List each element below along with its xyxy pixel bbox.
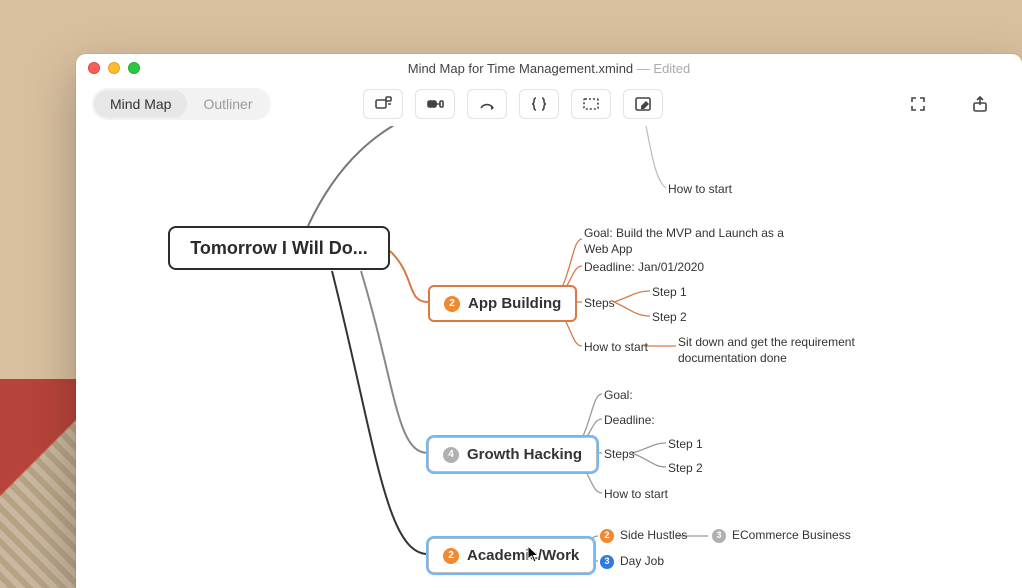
boundary-button[interactable]	[571, 89, 611, 119]
mindmap-canvas[interactable]: Tomorrow I Will Do... How to start 2 App…	[76, 126, 1022, 588]
app-step1-leaf[interactable]: Step 1	[652, 285, 687, 301]
window-traffic-lights	[88, 62, 140, 74]
insert-topic-button[interactable]	[363, 89, 403, 119]
app-deadline-leaf[interactable]: Deadline: Jan/01/2020	[584, 260, 704, 276]
side-hustles-leaf[interactable]: 2 Side Hustles	[600, 528, 687, 544]
file-name: Mind Map for Time Management.xmind	[408, 61, 633, 76]
growth-step1-leaf[interactable]: Step 1	[668, 437, 703, 453]
edited-indicator: — Edited	[633, 61, 690, 76]
priority-badge: 2	[444, 296, 460, 312]
insert-subtopic-button[interactable]	[415, 89, 455, 119]
view-mode-toggle: Mind Map Outliner	[92, 88, 271, 120]
root-label: Tomorrow I Will Do...	[190, 238, 368, 259]
window-titlebar: Mind Map for Time Management.xmind — Edi…	[76, 54, 1022, 82]
zen-mode-button[interactable]	[898, 89, 938, 119]
relationship-arc-icon	[478, 95, 496, 113]
note-pencil-icon	[634, 95, 652, 113]
topic-icon	[374, 95, 392, 113]
growth-howto-leaf[interactable]: How to start	[604, 487, 668, 503]
share-button[interactable]	[960, 89, 1000, 119]
priority-badge: 3	[712, 529, 726, 543]
summary-button[interactable]	[519, 89, 559, 119]
app-howto-detail-leaf[interactable]: Sit down and get the requirement documen…	[678, 335, 908, 366]
orphan-how-to-start-leaf[interactable]: How to start	[668, 182, 732, 198]
mindmap-view-button[interactable]: Mind Map	[94, 90, 187, 118]
academic-work-node[interactable]: 2 Academic/Work	[428, 538, 594, 573]
subtopic-icon	[426, 95, 444, 113]
brackets-icon	[530, 95, 548, 113]
priority-badge: 2	[443, 548, 459, 564]
app-window: Mind Map for Time Management.xmind — Edi…	[76, 54, 1022, 588]
growth-steps-leaf[interactable]: Steps	[604, 447, 635, 463]
app-step2-leaf[interactable]: Step 2	[652, 310, 687, 326]
priority-badge: 2	[600, 529, 614, 543]
outliner-view-button[interactable]: Outliner	[187, 90, 268, 118]
growth-step2-leaf[interactable]: Step 2	[668, 461, 703, 477]
node-label: Academic/Work	[467, 547, 579, 564]
day-job-leaf[interactable]: 3 Day Job	[600, 554, 664, 570]
node-label: App Building	[468, 295, 561, 312]
ecommerce-leaf[interactable]: 3 ECommerce Business	[712, 528, 851, 544]
app-steps-leaf[interactable]: Steps	[584, 296, 615, 312]
fullscreen-icon	[909, 95, 927, 113]
priority-badge: 4	[443, 447, 459, 463]
priority-badge: 3	[600, 555, 614, 569]
boundary-dashed-icon	[582, 95, 600, 113]
desktop-wallpaper-strip	[0, 379, 80, 588]
app-howto-leaf[interactable]: How to start	[584, 340, 648, 356]
toolbar-right	[898, 89, 1000, 119]
growth-goal-leaf[interactable]: Goal:	[604, 388, 633, 404]
close-icon[interactable]	[88, 62, 100, 74]
share-icon	[971, 95, 989, 113]
node-label: Growth Hacking	[467, 446, 582, 463]
app-goal-leaf[interactable]: Goal: Build the MVP and Launch as a Web …	[584, 226, 810, 257]
growth-deadline-leaf[interactable]: Deadline:	[604, 413, 655, 429]
toolbar-actions	[363, 89, 663, 119]
toolbar: Mind Map Outliner	[76, 82, 1022, 126]
maximize-icon[interactable]	[128, 62, 140, 74]
app-building-node[interactable]: 2 App Building	[428, 285, 577, 322]
growth-hacking-node[interactable]: 4 Growth Hacking	[428, 437, 597, 472]
window-title: Mind Map for Time Management.xmind — Edi…	[140, 61, 958, 76]
relationship-button[interactable]	[467, 89, 507, 119]
root-topic[interactable]: Tomorrow I Will Do...	[168, 226, 390, 270]
minimize-icon[interactable]	[108, 62, 120, 74]
note-button[interactable]	[623, 89, 663, 119]
